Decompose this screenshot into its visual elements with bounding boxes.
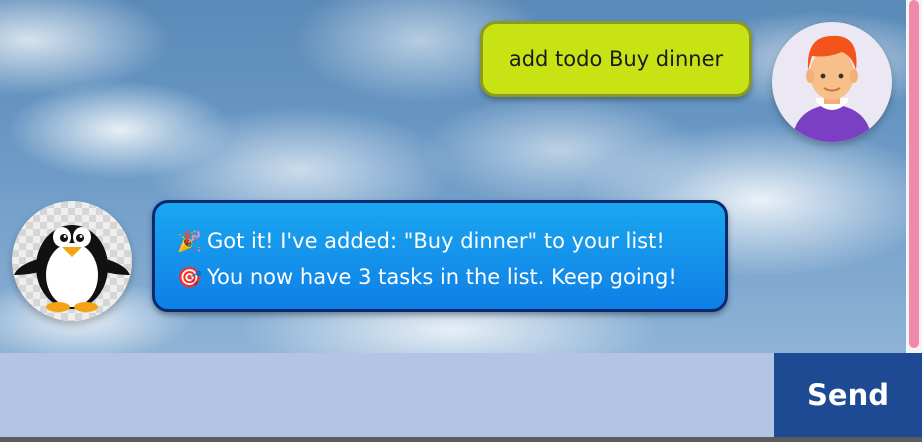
- message-input[interactable]: [0, 353, 774, 437]
- bot-message-line: 🎯 You now have 3 tasks in the list. Keep…: [177, 259, 725, 295]
- window-bottom-border: [0, 437, 922, 442]
- chat-scrollbar[interactable]: [906, 0, 922, 353]
- send-button[interactable]: Send: [774, 353, 922, 437]
- target-icon: 🎯: [177, 265, 202, 289]
- bot-message-bubble: 🎉 Got it! I've added: "Buy dinner" to yo…: [152, 200, 728, 312]
- chat-history: add todo Buy dinner 🎉 Got it! I've added…: [0, 0, 906, 353]
- scrollbar-thumb[interactable]: [909, 0, 919, 348]
- user-avatar-icon: [792, 35, 872, 142]
- bot-message-text: Got it! I've added: "Buy dinner" to your…: [207, 229, 665, 253]
- bot-message-line: 🎉 Got it! I've added: "Buy dinner" to yo…: [177, 223, 725, 259]
- penguin-avatar: [12, 201, 132, 321]
- penguin-icon: [14, 225, 130, 312]
- party-popper-icon: 🎉: [177, 229, 202, 253]
- user-avatar: [772, 22, 892, 142]
- user-message-text: add todo Buy dinner: [508, 47, 724, 71]
- user-message-bubble: add todo Buy dinner: [480, 21, 752, 97]
- bot-message-text: You now have 3 tasks in the list. Keep g…: [207, 265, 677, 289]
